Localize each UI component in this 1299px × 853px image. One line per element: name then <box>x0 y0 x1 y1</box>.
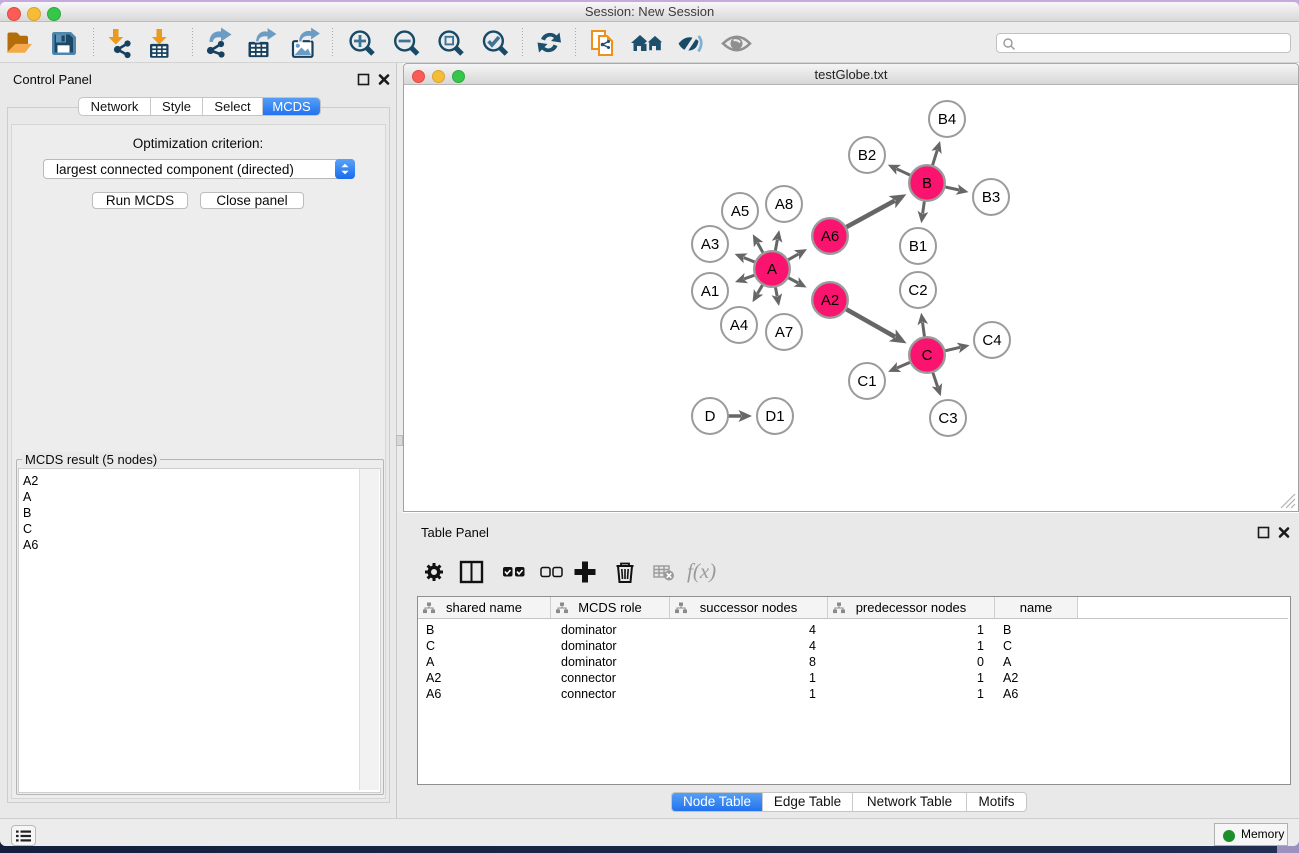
svg-text:A2: A2 <box>821 292 839 309</box>
svg-text:A4: A4 <box>730 317 748 334</box>
svg-text:f(x): f(x) <box>687 559 716 583</box>
svg-text:B: B <box>922 175 932 192</box>
svg-text:B3: B3 <box>982 189 1000 206</box>
svg-text:C3: C3 <box>938 410 957 427</box>
svg-text:A: A <box>767 261 777 278</box>
svg-text:B4: B4 <box>938 111 956 128</box>
svg-text:A7: A7 <box>775 324 793 341</box>
svg-text:C2: C2 <box>908 282 927 299</box>
svg-text:A6: A6 <box>821 228 839 245</box>
svg-text:A8: A8 <box>775 196 793 213</box>
svg-text:D: D <box>705 408 716 425</box>
svg-text:B2: B2 <box>858 147 876 164</box>
svg-text:C4: C4 <box>982 332 1001 349</box>
svg-text:A5: A5 <box>731 203 749 220</box>
svg-text:B1: B1 <box>909 238 927 255</box>
svg-text:A3: A3 <box>701 236 719 253</box>
svg-text:D1: D1 <box>765 408 784 425</box>
svg-text:A1: A1 <box>701 283 719 300</box>
svg-text:C1: C1 <box>857 373 876 390</box>
svg-text:C: C <box>922 347 933 364</box>
